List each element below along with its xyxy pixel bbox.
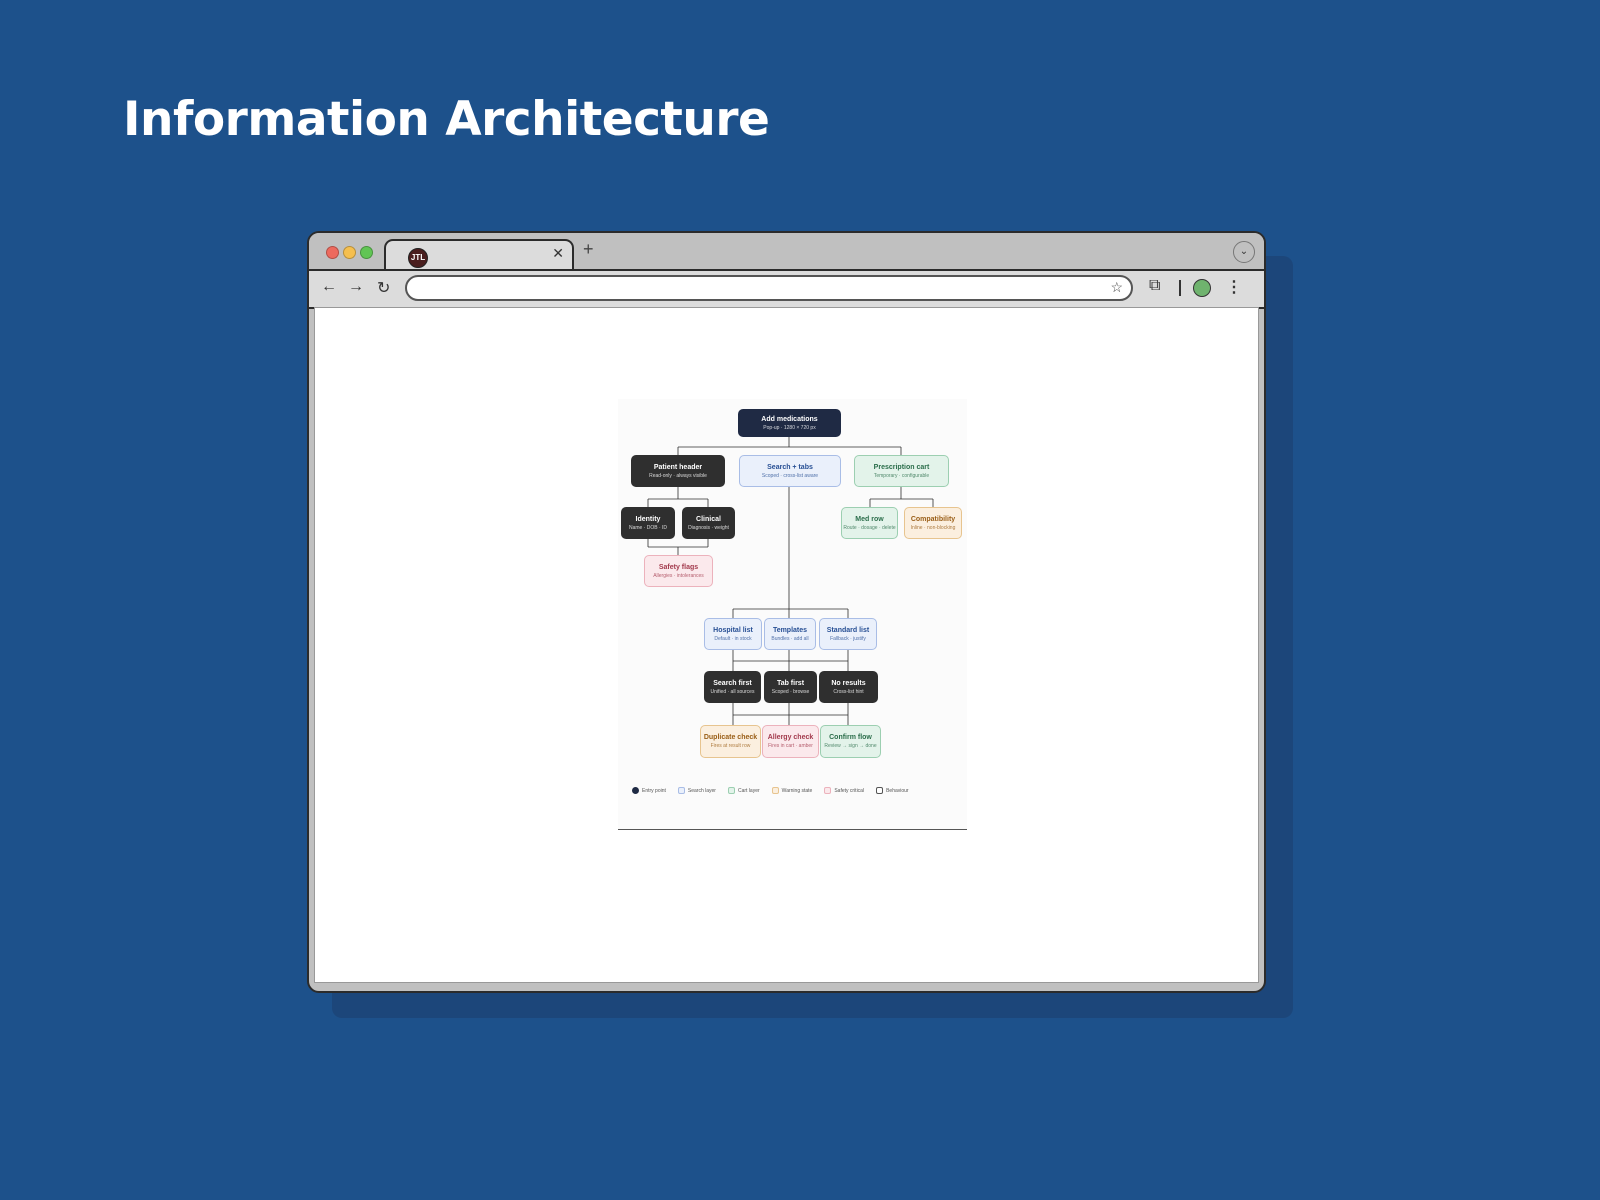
node-subtitle: Pop-up · 1280 × 720 px (763, 424, 816, 431)
maximize-window-button[interactable] (360, 246, 373, 259)
legend-swatch (876, 787, 884, 794)
legend-swatch (824, 787, 832, 794)
bookmark-star-icon[interactable]: ☆ (1110, 279, 1123, 296)
node-subtitle: Unified · all sources (710, 688, 755, 695)
node-title: Allergy check (767, 734, 814, 741)
page-viewport: Add medications Pop-up · 1280 × 720 px Pat… (314, 307, 1259, 983)
legend-item: Cart layer (727, 787, 760, 794)
node-subtitle: Scoped · browse (771, 688, 810, 695)
tab-search-button[interactable]: ⌄ (1233, 241, 1255, 263)
browser-menu-icon[interactable]: ⋮ (1226, 277, 1242, 297)
node-subtitle: Fires in cart · amber (768, 743, 813, 749)
node-compat: Compatibility Inline · non-blocking (904, 507, 962, 539)
node-patient: Patient header Read-only · always visible (631, 455, 725, 487)
node-title: Duplicate check (703, 734, 758, 741)
browser-window: JTL ✕ + ⌄ ← → ↻ ☆ ⧉ ⋮ Add medications Pop… (307, 231, 1266, 993)
node-title: No results (831, 679, 866, 687)
node-subtitle: Fallback · justify (830, 635, 866, 642)
legend-item: Warning state (771, 787, 813, 794)
ia-diagram: Add medications Pop-up · 1280 × 720 px Pat… (618, 399, 967, 830)
extensions-icon[interactable]: ⧉ (1149, 277, 1160, 295)
node-subtitle: Temporary · configurable (873, 472, 930, 479)
legend-label: Behaviour (886, 787, 909, 794)
node-subtitle: Read-only · always visible (649, 472, 707, 479)
legend-swatch (677, 787, 685, 794)
diagram-legend: Entry point Search layer Cart layer Warning… (632, 787, 909, 794)
node-title: Tab first (776, 679, 805, 687)
node-title: Templates (772, 626, 808, 634)
node-subtitle: Inline · non-blocking (910, 524, 956, 531)
address-bar[interactable]: ☆ (405, 275, 1133, 301)
node-title: Search + tabs (767, 463, 813, 471)
node-title: Confirm flow (829, 734, 872, 741)
node-title: Med row (855, 515, 884, 523)
node-clinical: Clinical Diagnosis · weight (682, 507, 735, 539)
node-templates: Templates Bundles · add all (764, 618, 816, 650)
node-search: Search + tabs Scoped · cross-list aware (739, 455, 841, 487)
node-title: Safety flags (658, 563, 699, 571)
node-allergy: Allergy check Fires in cart · amber (762, 725, 819, 758)
node-confirm: Confirm flow Review → sign → done (820, 725, 881, 758)
node-subtitle: Fires at result row (710, 743, 751, 749)
node-tabfirst: Tab first Scoped · browse (764, 671, 817, 703)
node-subtitle: Default · in stock (714, 635, 752, 642)
minimize-window-button[interactable] (343, 246, 356, 259)
node-subtitle: Review → sign → done (824, 743, 877, 749)
browser-toolbar: ← → ↻ ☆ ⧉ ⋮ (309, 269, 1264, 309)
node-dup: Duplicate check Fires at result row (700, 725, 761, 758)
node-title: Search first (713, 679, 752, 687)
node-searchfirst: Search first Unified · all sources (704, 671, 761, 703)
node-title: Standard list (826, 626, 870, 634)
node-identity: Identity Name · DOB · ID (621, 507, 675, 539)
legend-label: Safety critical (834, 787, 865, 794)
legend-label: Search layer (687, 787, 716, 794)
legend-label: Entry point (642, 787, 666, 794)
node-title: Hospital list (713, 626, 753, 634)
node-title: Clinical (696, 515, 721, 523)
node-subtitle: Bundles · add all (771, 635, 809, 642)
node-hospital: Hospital list Default · in stock (704, 618, 762, 650)
close-window-button[interactable] (326, 246, 339, 259)
profile-avatar[interactable] (1193, 279, 1211, 297)
forward-icon[interactable]: → (348, 278, 364, 296)
tab-strip: JTL ✕ + ⌄ (309, 233, 1264, 271)
legend-swatch (771, 787, 779, 794)
new-tab-button[interactable]: + (583, 239, 594, 260)
node-title: Prescription cart (873, 463, 930, 471)
node-standard: Standard list Fallback · justify (819, 618, 877, 650)
favicon-icon: JTL (408, 248, 428, 268)
node-subtitle: Name · DOB · ID (628, 524, 668, 531)
node-medrow: Med row Route · dosage · delete (841, 507, 898, 539)
node-subtitle: Route · dosage · delete (843, 524, 896, 531)
node-title: Patient header (653, 463, 703, 471)
legend-item: Safety critical (824, 787, 864, 794)
reload-icon[interactable]: ↻ (377, 278, 390, 298)
node-noresults: No results Cross-list hint (819, 671, 878, 703)
legend-item: Entry point (632, 787, 666, 794)
legend-item: Search layer (677, 787, 716, 794)
legend-swatch (727, 787, 735, 794)
close-tab-icon[interactable]: ✕ (552, 245, 564, 262)
node-title: Add medications (761, 415, 818, 423)
slide-title: Information Architecture (123, 92, 770, 147)
browser-tab[interactable]: JTL ✕ (384, 239, 574, 271)
legend-label: Cart layer (737, 787, 760, 794)
node-safety: Safety flags Allergies · intolerances (644, 555, 713, 587)
back-icon[interactable]: ← (321, 278, 337, 296)
toolbar-divider (1179, 280, 1181, 296)
node-title: Compatibility (910, 515, 956, 523)
legend-swatch (632, 787, 639, 794)
node-root: Add medications Pop-up · 1280 × 720 px (738, 409, 841, 437)
node-subtitle: Diagnosis · weight (688, 524, 729, 531)
node-title: Identity (635, 515, 661, 523)
node-subtitle: Allergies · intolerances (653, 572, 704, 579)
node-subtitle: Scoped · cross-list aware (761, 472, 819, 479)
node-subtitle: Cross-list hint (833, 688, 864, 695)
legend-item: Behaviour (876, 787, 909, 794)
node-cart: Prescription cart Temporary · configurabl… (854, 455, 949, 487)
legend-label: Warning state (781, 787, 813, 794)
